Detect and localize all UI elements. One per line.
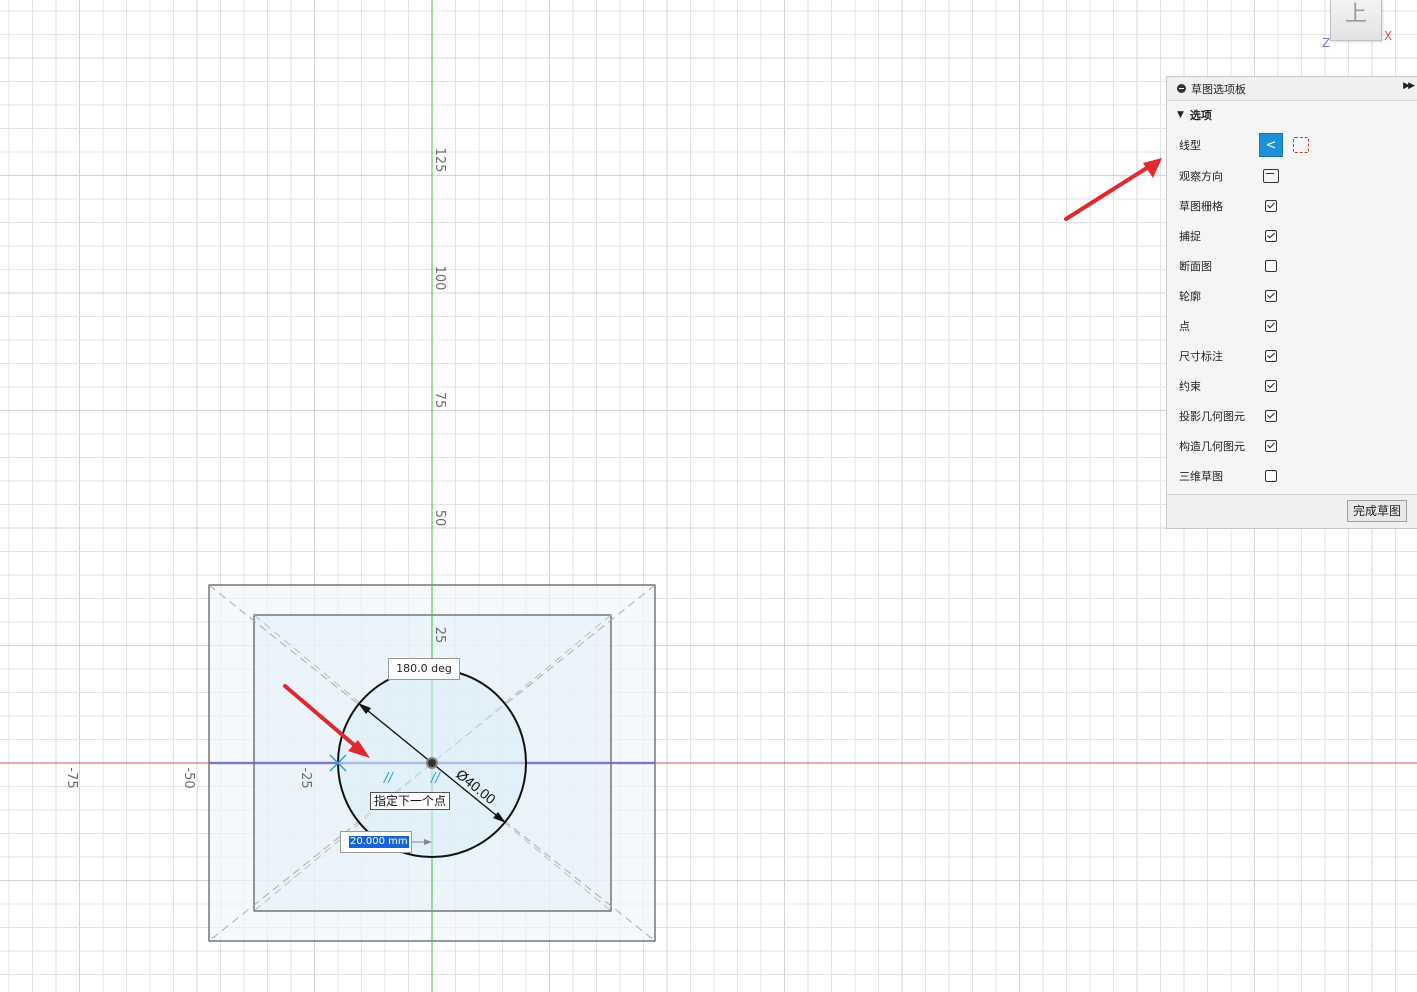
length-input[interactable]: 20.000 mm [340, 831, 412, 853]
row-label: 草图栅格 [1179, 200, 1223, 213]
constraints-checkbox[interactable] [1265, 380, 1277, 392]
palette-row-constraints: 约束 [1179, 376, 1409, 396]
tooltip: 指定下一个点 [370, 792, 451, 810]
snap-checkbox[interactable] [1265, 230, 1277, 242]
angle-readout: 180.0 deg [388, 658, 460, 680]
row-label: 三维草图 [1179, 470, 1223, 483]
view-cube[interactable]: 上 Z X [1322, 0, 1402, 52]
axis-tick-label: -50 [181, 767, 196, 788]
profile-checkbox[interactable] [1265, 290, 1277, 302]
palette-row-linetype: 线型 < [1179, 133, 1409, 157]
row-label: 点 [1179, 320, 1190, 333]
row-label: 尺寸标注 [1179, 350, 1223, 363]
palette-title: 草图选项板 [1191, 82, 1246, 96]
palette-row-projected-geometry: 投影几何图元 [1179, 406, 1409, 426]
length-input-value[interactable]: 20.000 mm [349, 836, 409, 848]
axis-tick-label: 25 [432, 627, 447, 644]
palette-header[interactable]: 草图选项板 ▶▶ [1167, 77, 1417, 101]
palette-row-sketch-grid: 草图栅格 [1179, 196, 1409, 216]
axis-tick-label: 75 [432, 392, 447, 409]
palette-row-snap: 捕捉 [1179, 226, 1409, 246]
row-label: 断面图 [1179, 260, 1212, 273]
points-checkbox[interactable] [1265, 320, 1277, 332]
projected-geometry-checkbox[interactable] [1265, 410, 1277, 422]
axis-tick-label: 50 [432, 510, 447, 527]
sketch-palette: 草图选项板 ▶▶ ▼ 选项 线型 < 观察方向 草图栅格 捕捉 断面图 轮廓 点… [1166, 76, 1417, 529]
parallel-constraint-icon: // [430, 771, 441, 786]
center-point[interactable] [426, 757, 438, 769]
axis-tick-label: -25 [298, 767, 313, 788]
row-label: 约束 [1179, 380, 1201, 393]
construction-linetype-icon[interactable] [1293, 137, 1309, 153]
row-label: 投影几何图元 [1179, 410, 1245, 423]
palette-footer: 完成草图 [1167, 494, 1417, 528]
collapse-icon[interactable]: ▶▶ [1403, 81, 1415, 91]
sketch-grid-checkbox[interactable] [1265, 200, 1277, 212]
palette-row-dimensions: 尺寸标注 [1179, 346, 1409, 366]
view-cube-face-top[interactable]: 上 [1330, 0, 1382, 41]
options-section[interactable]: ▼ 选项 [1167, 101, 1417, 129]
palette-row-slice: 断面图 [1179, 256, 1409, 276]
palette-row-points: 点 [1179, 316, 1409, 336]
axis-tick-label: -75 [64, 767, 79, 788]
row-label: 构造几何图元 [1179, 440, 1245, 453]
construction-geometry-checkbox[interactable] [1265, 440, 1277, 452]
dimensions-checkbox[interactable] [1265, 350, 1277, 362]
normal-linetype-icon[interactable]: < [1259, 133, 1283, 157]
row-label: 轮廓 [1179, 290, 1201, 303]
x-axis-label: X [1384, 29, 1393, 43]
palette-row-look-at: 观察方向 [1179, 166, 1409, 186]
row-label: 线型 [1179, 139, 1201, 152]
axis-tick-label: 100 [432, 266, 447, 291]
3d-sketch-checkbox[interactable] [1265, 470, 1277, 482]
palette-row-construction-geometry: 构造几何图元 [1179, 436, 1409, 456]
minimize-icon[interactable] [1177, 84, 1186, 93]
palette-row-3d-sketch: 三维草图 [1179, 466, 1409, 486]
z-axis-label: Z [1322, 36, 1331, 50]
axis-tick-label: 125 [432, 148, 447, 173]
slice-checkbox[interactable] [1265, 260, 1277, 272]
row-label: 观察方向 [1179, 170, 1223, 183]
expand-triangle-icon[interactable]: ▼ [1177, 110, 1184, 120]
row-label: 捕捉 [1179, 230, 1201, 243]
look-at-icon[interactable] [1263, 169, 1279, 183]
palette-row-profile: 轮廓 [1179, 286, 1409, 306]
finish-sketch-button[interactable]: 完成草图 [1346, 500, 1407, 522]
section-title: 选项 [1189, 109, 1212, 122]
parallel-constraint-icon: // [383, 771, 394, 786]
